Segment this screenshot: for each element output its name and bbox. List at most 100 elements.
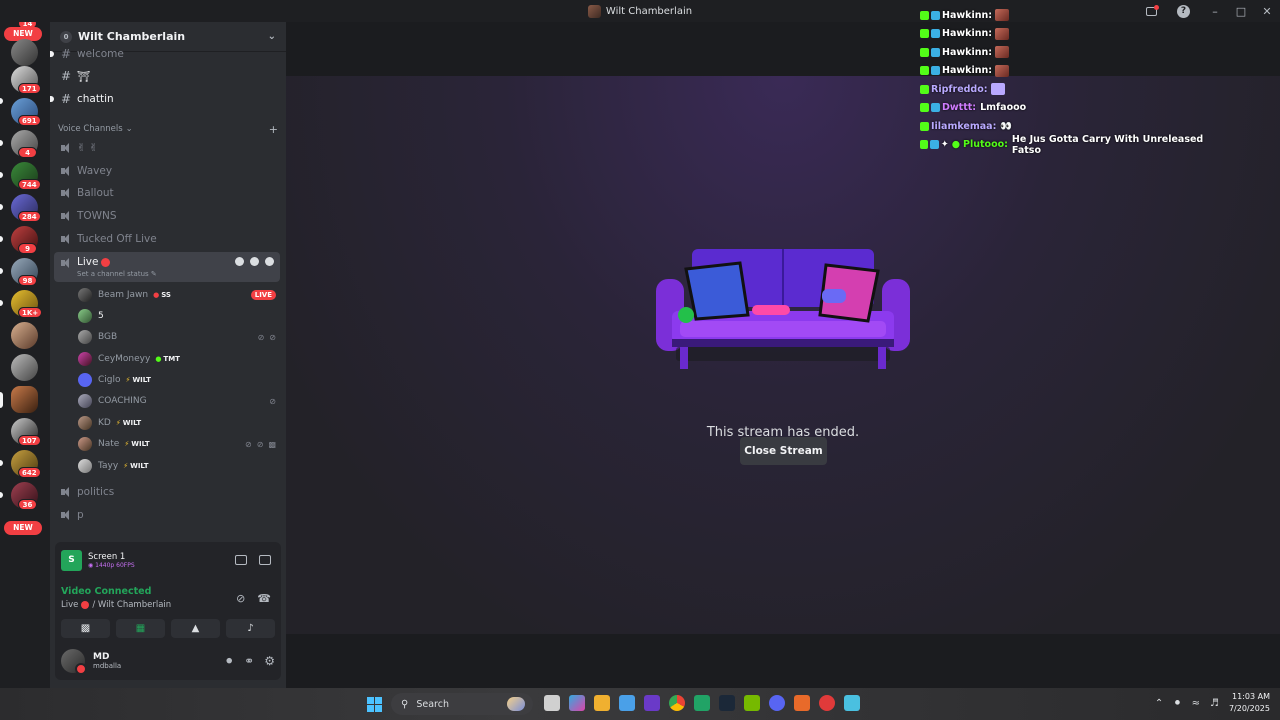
mention-badge: 4 [18,147,37,158]
nvidia-icon[interactable] [744,695,760,711]
wifi-icon[interactable]: ≈ [1192,698,1200,709]
user-tag: ⚡ WILT [123,462,149,470]
voice-user[interactable]: COACHING ⊘ [78,391,276,411]
stream-settings-icon[interactable] [259,555,271,565]
unread-pip [0,140,3,146]
excel-icon[interactable] [694,695,710,711]
kick-badge-icon [920,47,929,57]
invite-icon[interactable] [250,257,259,266]
avatar [78,459,92,473]
voice-user[interactable]: KD ⚡ WILT [78,413,276,433]
server-icon[interactable] [11,39,38,66]
soundboard-button[interactable]: ♪ [226,619,275,638]
windows-start-icon[interactable] [367,697,382,712]
nzxt-icon[interactable] [644,695,660,711]
voice-user[interactable]: BGB ⊘ ⊘ [78,327,276,347]
windows-taskbar: ⚲ Search ⌃ ⚫ ≈ ♬ 11:03 AM 7/20/2025 [0,688,1280,720]
gear-icon[interactable] [265,257,274,266]
channel-welcome[interactable]: # welcome [50,44,280,64]
steam-icon[interactable] [719,695,735,711]
kick-badge-icon [920,10,929,20]
voice-user[interactable]: Ciglo ⚡ WILT [78,370,276,390]
camera-off-button[interactable]: ▩ [61,619,110,638]
discord-icon[interactable] [769,695,785,711]
voice-user[interactable]: Tayy ⚡ WILT [78,456,276,476]
voice-status[interactable]: Video Connected [61,586,151,597]
app-icon[interactable] [819,695,835,711]
activity-button[interactable]: ▲ [171,619,220,638]
unread-pip [0,492,3,498]
stream-preview[interactable]: S Screen 1 ◉ 1440p 60FPS [61,550,135,571]
notepad-icon[interactable] [844,695,860,711]
task-view-icon[interactable] [544,695,560,711]
avatar[interactable] [61,649,87,675]
server-icon[interactable] [11,322,38,349]
user-info[interactable]: MD mdballa [93,652,121,670]
voice-user[interactable]: Nate ⚡ WILT ⊘ ⊘ ▩ [78,434,276,454]
clock[interactable]: 11:03 AM 7/20/2025 [1229,691,1270,715]
chat-line: Ripfreddo: [920,80,1220,99]
channel-chattin[interactable]: # chattin [50,89,280,109]
voice-channel[interactable]: Ballout [54,183,280,203]
voice-channel-live[interactable]: Live Set a channel status ✎ [54,252,280,282]
microphone-icon[interactable]: ⚫ [224,654,234,668]
user-tag: ⚡ WILT [125,376,151,384]
headphones-icon[interactable]: ⚭ [244,654,254,668]
screen-title: Screen 1 [88,552,126,562]
noise-suppression-icon[interactable]: ⊘ [236,592,245,605]
add-channel-icon[interactable]: + [269,123,278,136]
category-voice-channels[interactable]: Voice Channels ⌄ + [58,122,278,136]
new-label: NEW [4,521,42,535]
voice-channel[interactable]: p [54,505,280,525]
channel-name: TOWNS [77,210,117,222]
red-circle-icon [101,257,111,267]
voice-channel[interactable]: Tucked Off Live [54,229,280,249]
file-explorer-icon[interactable] [594,695,610,711]
chrome-icon[interactable] [669,695,685,711]
voice-channel[interactable]: Wavey [54,161,280,181]
verified-badge-icon [931,47,940,57]
search-label: Search [416,698,449,710]
store-icon[interactable] [619,695,635,711]
copilot-icon[interactable] [569,695,585,711]
taskbar-search[interactable]: ⚲ Search [391,693,533,715]
voice-location[interactable]: Live / Wilt Chamberlain [61,600,171,610]
voice-channel[interactable]: TOWNS [54,206,280,226]
chevron-down-icon[interactable]: ⌄ [268,31,276,42]
voice-user[interactable]: Beam Jawn ● SS LIVE [78,285,276,305]
channel-sidebar: 0 Wilt Chamberlain ⌄ # welcome # ⛩ # cha… [50,22,286,688]
user-name: Tayy [98,461,119,471]
maximize-button[interactable]: □ [1228,5,1254,18]
unread-pip [0,268,3,274]
speaker-icon [60,187,72,199]
unread-pip [50,51,54,57]
chat-overlay: Hawkinn: Hawkinn: Hawkinn: Hawkinn: Ripf… [920,6,1220,156]
close-button[interactable]: ✕ [1254,5,1280,18]
emote-icon [995,64,1010,77]
chevron-up-icon[interactable]: ⌃ [1155,698,1163,709]
disconnect-icon[interactable]: ☎ [257,592,271,605]
server-icon[interactable] [11,354,38,381]
close-stream-button[interactable]: Close Stream [740,437,827,465]
user-name: Beam Jawn [98,290,149,300]
taskbar-apps [544,695,860,711]
mention-badge: 36 [18,499,37,510]
channel-rules[interactable]: # ⛩ [54,66,280,86]
stop-stream-icon[interactable] [235,555,247,565]
app-icon[interactable] [794,695,810,711]
voice-channel[interactable]: ✌ ✌ [54,138,280,158]
server-icon-wilt[interactable] [11,386,38,413]
avatar [78,394,92,408]
volume-icon[interactable]: ♬ [1210,698,1219,709]
channel-name: Wavey [77,165,113,177]
voice-user[interactable]: 5 [78,306,276,326]
channel-status[interactable]: Set a channel status ✎ [77,270,157,278]
mention-badge: 691 [18,115,41,126]
check-badge-icon: ● [951,139,961,151]
gear-icon[interactable]: ⚙ [264,654,275,668]
chat-icon[interactable] [235,257,244,266]
voice-user[interactable]: CeyMoneyy ● TMT [78,349,276,369]
voice-channel[interactable]: politics [54,482,280,502]
screen-share-button[interactable]: ▦ [116,619,165,638]
microphone-icon[interactable]: ⚫ [1173,698,1181,709]
